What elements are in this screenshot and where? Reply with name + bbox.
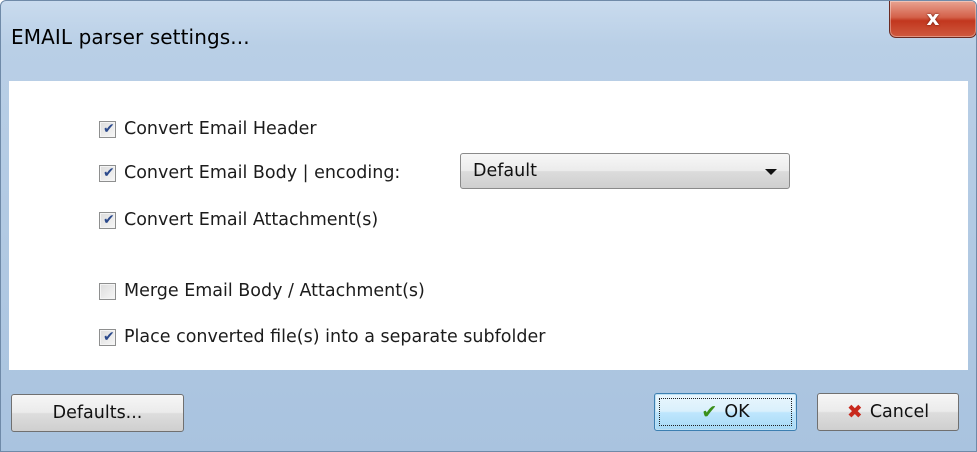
- subfolder-label: Place converted file(s) into a separate …: [124, 327, 546, 347]
- close-button[interactable]: x: [889, 1, 976, 38]
- subfolder-checkbox[interactable]: ✔: [99, 328, 116, 346]
- check-mark-icon: ✔: [103, 211, 115, 228]
- merge-label: Merge Email Body / Attachment(s): [124, 281, 425, 301]
- option-merge[interactable]: Merge Email Body / Attachment(s): [99, 278, 425, 304]
- cancel-button[interactable]: ✖ Cancel: [817, 393, 959, 431]
- option-convert-attachments[interactable]: ✔ Convert Email Attachment(s): [99, 207, 378, 233]
- encoding-select[interactable]: Default: [460, 153, 790, 189]
- red-x-icon: ✖: [846, 400, 863, 423]
- cancel-button-label: Cancel: [869, 402, 930, 422]
- convert-body-checkbox[interactable]: ✔: [99, 164, 116, 182]
- option-convert-header[interactable]: ✔ Convert Email Header: [99, 116, 317, 142]
- check-mark-icon: ✔: [103, 164, 115, 181]
- convert-attachments-checkbox[interactable]: ✔: [99, 211, 116, 229]
- check-mark-icon: ✔: [103, 328, 115, 345]
- option-convert-body[interactable]: ✔ Convert Email Body | encoding:: [99, 160, 400, 186]
- check-mark-icon: ✔: [103, 120, 115, 137]
- convert-body-label: Convert Email Body | encoding:: [124, 163, 401, 183]
- ok-button-label: OK: [724, 402, 750, 422]
- defaults-button-label: Defaults...: [52, 403, 143, 423]
- convert-header-checkbox[interactable]: ✔: [99, 120, 116, 138]
- ok-button[interactable]: ✔ OK: [654, 393, 797, 431]
- defaults-button[interactable]: Defaults...: [11, 394, 184, 432]
- email-parser-settings-dialog: EMAIL parser settings... x ✔ Convert Ema…: [0, 0, 977, 452]
- triangle-down-icon: [765, 169, 777, 175]
- convert-attachments-label: Convert Email Attachment(s): [124, 210, 379, 230]
- green-check-icon: ✔: [701, 400, 718, 423]
- encoding-select-value: Default: [473, 161, 537, 181]
- convert-header-label: Convert Email Header: [124, 119, 317, 139]
- title-bar[interactable]: EMAIL parser settings... x: [1, 1, 976, 81]
- settings-panel: ✔ Convert Email Header ✔ Convert Email B…: [9, 81, 968, 370]
- close-icon: x: [926, 6, 940, 30]
- window-title: EMAIL parser settings...: [11, 25, 250, 49]
- option-subfolder[interactable]: ✔ Place converted file(s) into a separat…: [99, 324, 545, 350]
- merge-checkbox[interactable]: [99, 282, 116, 300]
